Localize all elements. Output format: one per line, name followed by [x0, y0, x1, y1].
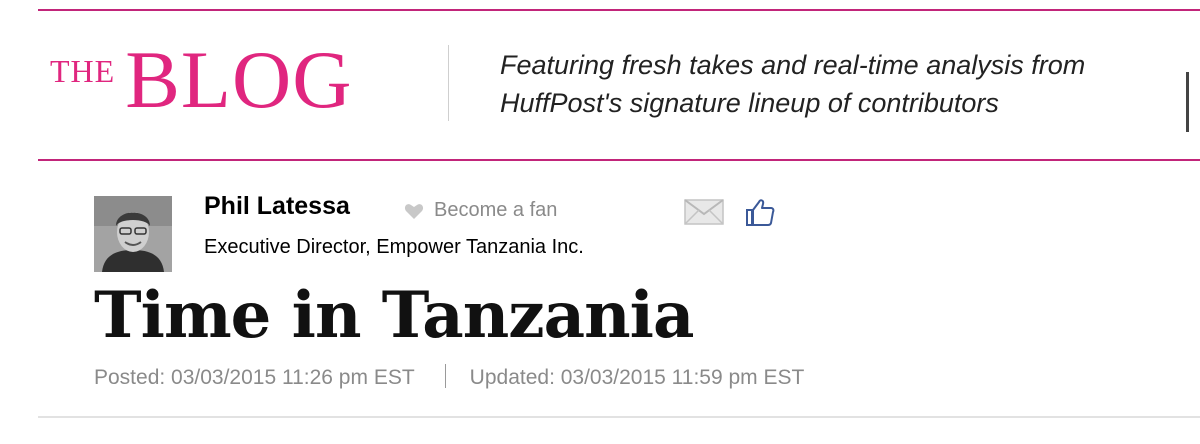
tagline-line-1: Featuring fresh takes and real-time anal…	[500, 50, 1086, 80]
become-a-fan-button[interactable]: Become a fan	[404, 199, 557, 222]
author-photo	[94, 196, 172, 272]
dates-divider	[444, 364, 446, 388]
header-edge-divider	[1186, 72, 1189, 132]
blog-tagline: Featuring fresh takes and real-time anal…	[500, 46, 1180, 122]
logo-blog-text: BLOG	[125, 34, 353, 125]
author-avatar[interactable]	[94, 196, 172, 272]
updated-date: Updated: 03/03/2015 11:59 pm EST	[469, 366, 805, 389]
heart-icon	[404, 203, 424, 219]
become-a-fan-label: Become a fan	[434, 199, 558, 221]
author-name[interactable]: Phil Latessa	[204, 192, 350, 221]
mail-icon[interactable]	[684, 199, 724, 225]
posted-date: Posted: 03/03/2015 11:26 pm EST	[94, 366, 415, 389]
blog-logo[interactable]: THE BLOG	[50, 34, 353, 125]
article-header-rule	[38, 416, 1200, 418]
tagline-line-2: HuffPost's signature lineup of contribut…	[500, 88, 999, 118]
header-top-rule	[38, 9, 1200, 11]
author-title: Executive Director, Empower Tanzania Inc…	[204, 236, 584, 258]
header-divider	[448, 45, 449, 121]
header-bottom-rule	[38, 159, 1200, 161]
article-dates: Posted: 03/03/2015 11:26 pm EST Updated: …	[94, 364, 804, 390]
facebook-like-icon[interactable]	[744, 196, 776, 228]
logo-the-text: THE	[50, 53, 116, 89]
article-headline: Time in Tanzania	[94, 278, 694, 353]
